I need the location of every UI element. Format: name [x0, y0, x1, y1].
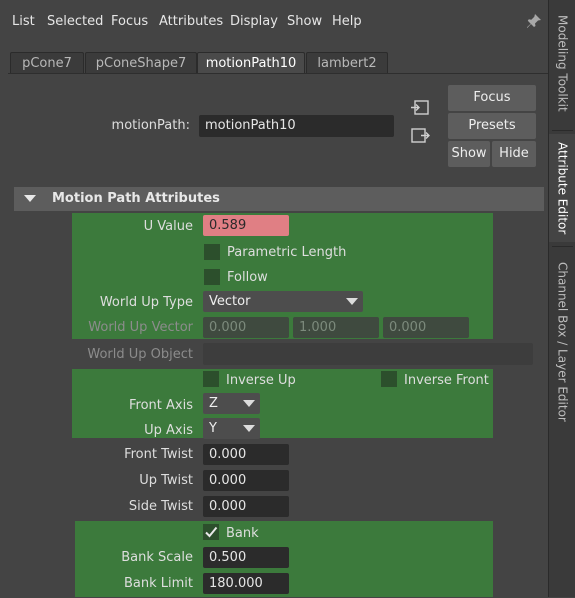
node-type-label: motionPath:	[111, 118, 190, 133]
world-up-vector-z[interactable]: 0.000	[383, 317, 469, 338]
front-axis-label: Front Axis	[129, 398, 193, 413]
menu-display[interactable]: Display	[230, 14, 278, 29]
chevron-down-icon	[243, 425, 255, 432]
world-up-object-field[interactable]	[203, 343, 533, 365]
input-connection-icon[interactable]	[410, 99, 430, 117]
parametric-length-checkbox[interactable]	[204, 244, 220, 260]
world-up-vector-y[interactable]: 1.000	[293, 317, 379, 338]
up-twist-label: Up Twist	[139, 473, 193, 488]
menu-attributes[interactable]: Attributes	[159, 14, 223, 29]
tab-pconeshape7[interactable]: pConeShape7	[85, 52, 197, 74]
tab-pcone7[interactable]: pCone7	[10, 52, 84, 74]
pin-icon[interactable]	[526, 13, 542, 29]
output-connection-icon[interactable]	[410, 127, 430, 145]
side-tab-channel-box[interactable]: Channel Box / Layer Editor	[549, 252, 575, 432]
inverse-up-label: Inverse Up	[226, 373, 296, 388]
u-value-field[interactable]: 0.589	[203, 215, 289, 236]
bank-label: Bank	[226, 526, 259, 541]
section-header-motion-path[interactable]: Motion Path Attributes	[14, 187, 544, 211]
follow-label: Follow	[227, 270, 268, 285]
bank-scale-label: Bank Scale	[121, 550, 193, 565]
side-tab-modeling-toolkit[interactable]: Modeling Toolkit	[549, 0, 575, 127]
chevron-down-icon	[346, 298, 358, 305]
bank-limit-label: Bank Limit	[123, 576, 193, 591]
up-axis-dropdown[interactable]: Y	[203, 418, 260, 439]
tab-lambert2[interactable]: lambert2	[306, 52, 388, 74]
up-twist-field[interactable]: 0.000	[203, 470, 289, 491]
inverse-front-label: Inverse Front	[404, 373, 489, 388]
u-value-label: U Value	[143, 219, 193, 234]
world-up-type-label: World Up Type	[99, 295, 193, 310]
world-up-type-dropdown[interactable]: Vector	[203, 291, 363, 312]
side-twist-label: Side Twist	[128, 499, 193, 514]
world-up-vector-label: World Up Vector	[88, 320, 193, 335]
inverse-front-checkbox[interactable]	[381, 371, 397, 387]
front-twist-label: Front Twist	[124, 447, 193, 462]
side-tab-attribute-editor[interactable]: Attribute Editor	[549, 134, 575, 242]
parametric-length-label: Parametric Length	[227, 245, 347, 260]
menu-list[interactable]: List	[12, 14, 35, 29]
chevron-down-icon	[243, 400, 255, 407]
bank-checkbox[interactable]	[203, 524, 219, 540]
front-axis-dropdown[interactable]: Z	[203, 393, 260, 414]
world-up-vector-x[interactable]: 0.000	[203, 317, 289, 338]
inverse-up-checkbox[interactable]	[203, 371, 219, 387]
presets-button[interactable]: Presets	[448, 113, 536, 139]
menu-bar: List Selected Focus Attributes Display S…	[0, 0, 548, 44]
follow-checkbox[interactable]	[204, 269, 220, 285]
bank-scale-field[interactable]: 0.500	[203, 547, 289, 568]
check-icon	[205, 526, 218, 538]
menu-focus[interactable]: Focus	[111, 14, 148, 29]
menu-help[interactable]: Help	[332, 14, 362, 29]
collapse-triangle-icon[interactable]	[24, 195, 36, 202]
side-twist-field[interactable]: 0.000	[203, 496, 289, 517]
world-up-object-label: World Up Object	[87, 347, 193, 362]
focus-button[interactable]: Focus	[448, 85, 536, 111]
node-name-field[interactable]: motionPath10	[199, 115, 394, 137]
front-twist-field[interactable]: 0.000	[203, 444, 289, 465]
side-tab-bar: Modeling Toolkit Attribute Editor Channe…	[548, 0, 575, 597]
node-tabs: pCone7 pConeShape7 motionPath10 lambert2	[0, 52, 548, 75]
show-button[interactable]: Show	[448, 141, 490, 167]
tab-motionpath10[interactable]: motionPath10	[197, 52, 305, 75]
bank-limit-field[interactable]: 180.000	[203, 573, 289, 594]
hide-button[interactable]: Hide	[492, 141, 536, 167]
menu-show[interactable]: Show	[287, 14, 322, 29]
up-axis-label: Up Axis	[144, 423, 193, 438]
menu-selected[interactable]: Selected	[47, 14, 103, 29]
